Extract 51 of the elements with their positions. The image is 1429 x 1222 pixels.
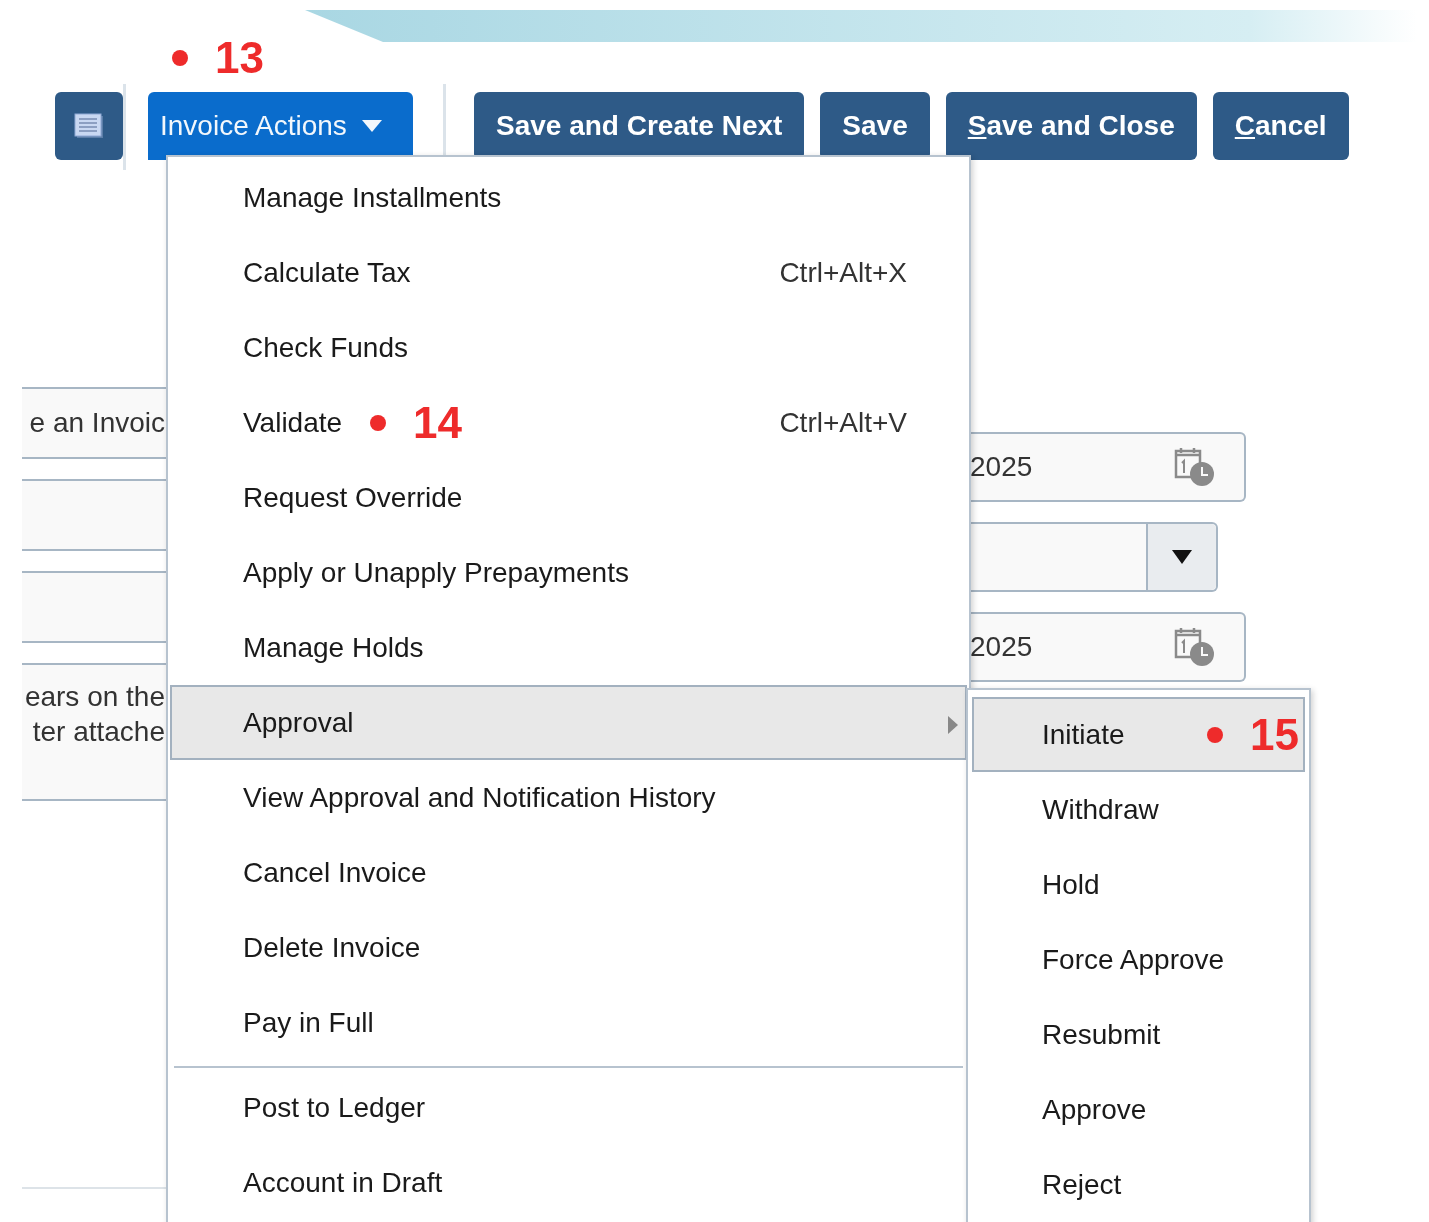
menu-item[interactable]: Manage Holds xyxy=(170,610,967,685)
menu-item[interactable]: Manage Installments xyxy=(170,160,967,235)
menu-item[interactable]: Calculate Tax Ctrl+Alt+X xyxy=(170,235,967,310)
menu-item[interactable]: Check Funds xyxy=(170,310,967,385)
shortcut-text: Ctrl+Alt+V xyxy=(779,406,907,439)
caret-icon xyxy=(360,119,383,133)
select-field[interactable] xyxy=(968,522,1218,592)
caret-icon xyxy=(1171,549,1193,565)
date-text: 2025 xyxy=(970,451,1033,483)
text-field[interactable]: e an Invoic xyxy=(22,387,167,459)
menu-item[interactable]: Post to Ledger xyxy=(170,1070,967,1145)
menu-item[interactable]: Validate 14 Ctrl+Alt+V xyxy=(170,385,967,460)
field-text: ter attache xyxy=(32,715,165,749)
callout-number: 14 xyxy=(413,400,463,445)
menu-item[interactable]: Resubmit xyxy=(972,997,1305,1072)
submenu-menu-item[interactable]: Approval xyxy=(170,685,967,760)
toolbar-button[interactable]: Save and Close xyxy=(945,92,1197,160)
menu-item[interactable]: Approve xyxy=(972,1072,1305,1147)
field-text: ears on the xyxy=(24,680,165,714)
field-text: e an Invoic xyxy=(29,407,165,439)
dropdown-button[interactable] xyxy=(1146,524,1216,590)
menu-item[interactable]: Reject xyxy=(972,1147,1305,1222)
menu-item[interactable]: Initiate 15 xyxy=(972,697,1305,772)
callout-dot xyxy=(370,414,387,431)
list-view-button[interactable] xyxy=(55,92,123,160)
menu-item[interactable]: Force Approve xyxy=(972,922,1305,997)
date-field[interactable]: 2025 xyxy=(968,612,1246,682)
menu-item[interactable]: Apply or Unapply Prepayments xyxy=(170,535,967,610)
list-icon xyxy=(74,113,104,139)
callout-dot xyxy=(1207,726,1224,743)
menu-item[interactable]: View Approval and Notification History xyxy=(170,760,967,835)
text-field[interactable] xyxy=(22,479,167,551)
date-field[interactable]: 2025 xyxy=(968,432,1246,502)
date-text: 2025 xyxy=(970,631,1033,663)
shortcut-text: Ctrl+Alt+X xyxy=(779,256,907,289)
callout-number: 13 xyxy=(215,36,264,80)
calendar-clock-icon xyxy=(1174,447,1216,487)
toolbar-button[interactable]: Cancel xyxy=(1212,92,1349,160)
menu-item[interactable]: Withdraw xyxy=(972,772,1305,847)
menu-item[interactable]: Request Override xyxy=(170,460,967,535)
menu-item[interactable]: Cancel Invoice xyxy=(170,835,967,910)
text-field[interactable] xyxy=(22,571,167,643)
callout-dot xyxy=(172,50,188,66)
calendar-clock-icon xyxy=(1174,627,1216,667)
callout-number: 15 xyxy=(1250,712,1299,757)
menu-item[interactable]: Pay in Full xyxy=(170,985,967,1060)
menu-item[interactable]: Account in Draft xyxy=(170,1145,967,1220)
submenu-arrow-icon xyxy=(947,715,959,735)
menu-item[interactable]: Hold xyxy=(972,847,1305,922)
menu-item[interactable]: Delete Invoice xyxy=(170,910,967,985)
text-area[interactable]: ears on the ter attache xyxy=(22,663,167,801)
